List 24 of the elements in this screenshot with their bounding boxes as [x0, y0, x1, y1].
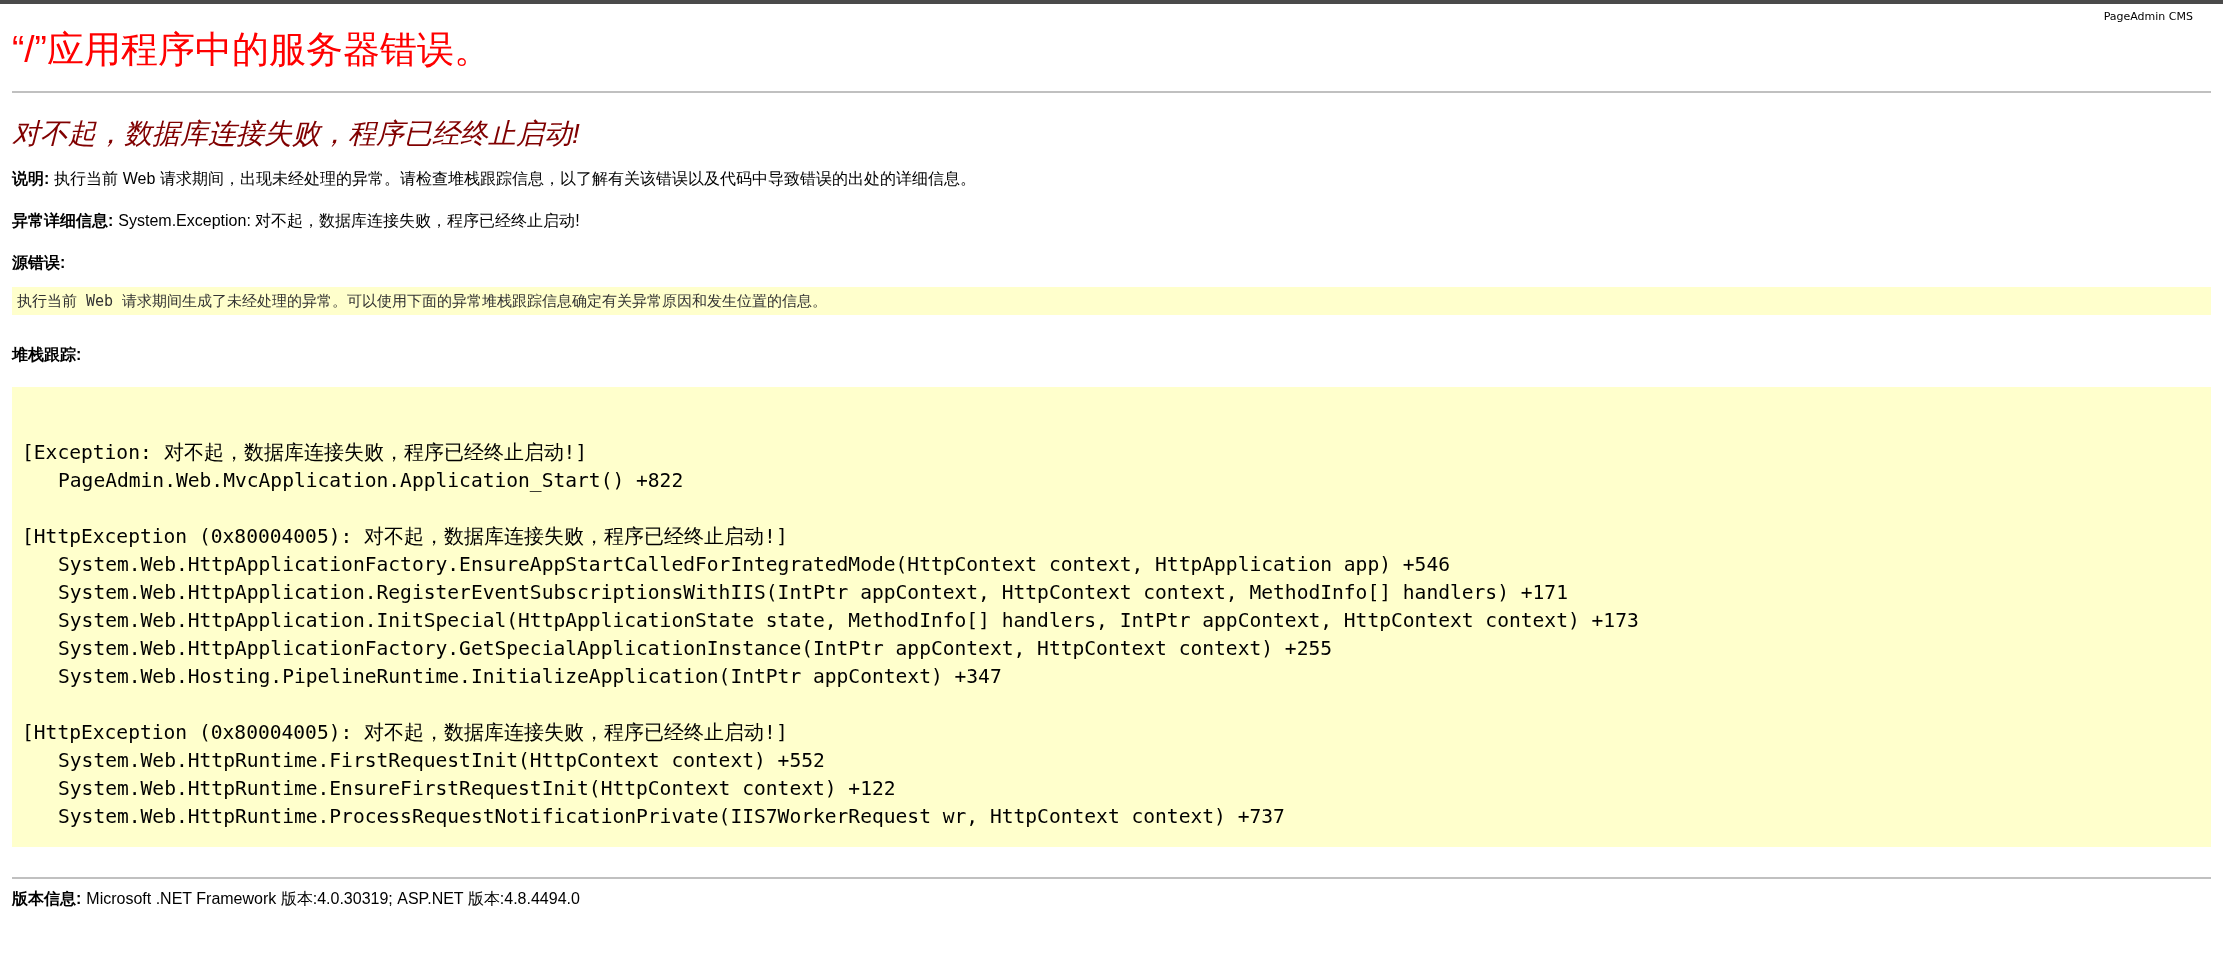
brand-text: PageAdmin CMS: [2103, 10, 2193, 23]
version-info-text: Microsoft .NET Framework 版本:4.0.30319; ASP.NET 版本:4.8.4494.0: [86, 890, 580, 907]
source-error-text: 执行当前 Web 请求期间生成了未经处理的异常。可以使用下面的异常堆栈跟踪信息确定有关异常原因和发生位置的信息。: [12, 287, 2211, 315]
stack-frame-line: PageAdmin.Web.MvcApplication.Application_Start() +822: [57, 468, 684, 494]
description-label: 说明:: [12, 170, 50, 187]
exception-header-line: [HttpException (0x80004005): 对不起，数据库连接失败，程序已经终止启动!]: [22, 720, 788, 746]
stack-frame-line: System.Web.HttpApplication.RegisterEventSubscriptionsWithIIS(IntPtr appContext, HttpContext context, MethodInfo[] handlers) +171: [57, 580, 1568, 606]
version-info-label: 版本信息:: [12, 890, 82, 907]
description-text: 执行当前 Web 请求期间，出现未经处理的异常。请检查堆栈跟踪信息，以了解有关该错误以及代码中导致错误的出处的详细信息。: [54, 170, 976, 187]
stack-frame-line: System.Web.HttpRuntime.EnsureFirstRequestInit(HttpContext context) +122: [57, 776, 896, 802]
exception-header-line: [Exception: 对不起，数据库连接失败，程序已经终止启动!]: [22, 440, 588, 466]
page-title: “/”应用程序中的服务器错误。: [12, 28, 492, 72]
stack-frame-line: System.Web.HttpRuntime.ProcessRequestNotificationPrivate(IIS7WorkerRequest wr, HttpContext context) +737: [57, 804, 1285, 830]
stack-trace-label: 堆栈跟踪:: [12, 346, 82, 363]
stack-frame-line: System.Web.HttpApplication.InitSpecial(HttpApplicationState state, MethodInfo[] handlers, IntPtr appContext, HttpContext context) +173: [57, 608, 1639, 634]
source-error-label: 源错误:: [12, 254, 66, 271]
error-subtitle: 对不起，数据库连接失败，程序已经终止启动!: [12, 117, 581, 151]
stack-frame-line: System.Web.HttpApplicationFactory.EnsureAppStartCalledForIntegratedMode(HttpContext context, HttpApplication app) +546: [57, 552, 1450, 578]
exception-details-text: System.Exception: 对不起，数据库连接失败，程序已经终止启动!: [118, 212, 580, 229]
exception-header-line: [HttpException (0x80004005): 对不起，数据库连接失败，程序已经终止启动!]: [22, 524, 788, 550]
stack-frame-line: System.Web.HttpApplicationFactory.GetSpecialApplicationInstance(IntPtr appContext, HttpContext context) +255: [57, 636, 1332, 662]
stack-frame-line: System.Web.HttpRuntime.FirstRequestInit(HttpContext context) +552: [57, 748, 825, 774]
exception-details-label: 异常详细信息:: [12, 212, 114, 229]
stack-frame-line: System.Web.Hosting.PipelineRuntime.InitializeApplication(IntPtr appContext) +347: [57, 664, 1002, 690]
